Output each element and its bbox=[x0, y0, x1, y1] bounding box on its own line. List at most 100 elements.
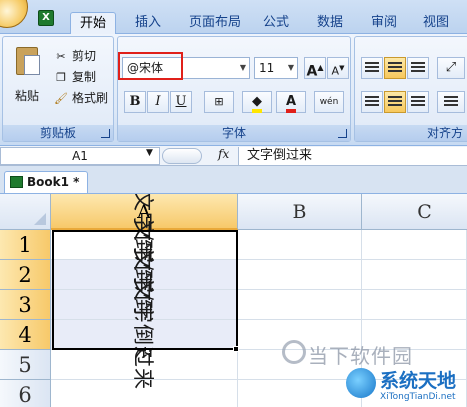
workbook-icon bbox=[10, 176, 23, 188]
align-middle-icon bbox=[388, 62, 402, 74]
cut-button[interactable]: ✂ 剪切 bbox=[53, 47, 96, 65]
font-color-icon: A bbox=[285, 95, 297, 113]
align-right-button[interactable] bbox=[407, 91, 429, 113]
tab-formulas[interactable]: 公式 bbox=[254, 12, 298, 34]
align-center-icon bbox=[388, 96, 402, 108]
workbook-tab-label: Book1 * bbox=[27, 175, 80, 189]
indent-icon bbox=[444, 96, 458, 108]
chevron-down-icon[interactable]: ▼ bbox=[288, 58, 294, 78]
fill-color-button[interactable]: ◆ bbox=[242, 91, 272, 113]
grow-font-icon: A bbox=[306, 63, 318, 80]
align-left-button[interactable] bbox=[361, 91, 383, 113]
cell-b6[interactable] bbox=[238, 380, 362, 407]
underline-button[interactable]: U bbox=[170, 91, 192, 113]
cell-c2[interactable] bbox=[362, 260, 467, 290]
row-header-5[interactable]: 5 bbox=[0, 350, 51, 380]
cell-b2[interactable] bbox=[238, 260, 362, 290]
ribbon: 粘贴 ✂ 剪切 ❐ 复制 🖌 格式刷 剪贴板 @宋体 ▼ 11 ▼ A▲ A▼ B I… bbox=[0, 34, 467, 146]
brush-icon: 🖌 bbox=[54, 91, 68, 105]
row-header-2[interactable]: 2 bbox=[0, 260, 51, 290]
align-bottom-button[interactable] bbox=[407, 57, 429, 79]
cut-label: 剪切 bbox=[72, 49, 97, 63]
column-header-b[interactable]: B bbox=[238, 194, 362, 230]
italic-button[interactable]: I bbox=[147, 91, 169, 113]
chevron-down-icon[interactable]: ▼ bbox=[146, 148, 153, 158]
copy-icon: ❐ bbox=[56, 70, 66, 84]
fx-icon[interactable]: fx bbox=[218, 147, 229, 161]
paste-icon bbox=[12, 43, 42, 77]
workbook-tab-strip: Book1 * bbox=[0, 166, 467, 194]
row-header-6[interactable]: 6 bbox=[0, 380, 51, 407]
tab-view[interactable]: 视图 bbox=[414, 12, 458, 34]
clipboard-group-label: 剪贴板 bbox=[3, 125, 113, 141]
paste-label: 粘贴 bbox=[14, 89, 39, 103]
align-top-icon bbox=[365, 62, 379, 74]
cell-b1[interactable] bbox=[238, 230, 362, 260]
align-middle-button[interactable] bbox=[384, 57, 406, 79]
chevron-down-icon[interactable]: ▼ bbox=[240, 58, 246, 78]
align-right-icon bbox=[411, 96, 425, 108]
orientation-button[interactable]: ⤢ bbox=[437, 57, 465, 79]
grow-font-button[interactable]: A▲ bbox=[304, 57, 326, 80]
cell-b3[interactable] bbox=[238, 290, 362, 320]
align-bottom-icon bbox=[411, 62, 425, 74]
shrink-font-button[interactable]: A▼ bbox=[327, 57, 349, 79]
watermark-logo-icon bbox=[282, 340, 306, 364]
cell-c1[interactable] bbox=[362, 230, 467, 260]
tab-insert[interactable]: 插入 bbox=[126, 12, 170, 34]
alignment-group-label: 对齐方 bbox=[355, 125, 467, 141]
formula-bar: A1 ▼ fx 文字倒过来 bbox=[0, 146, 467, 166]
clipboard-launcher-icon[interactable] bbox=[101, 129, 110, 138]
align-left-icon bbox=[365, 96, 379, 108]
row-header-1[interactable]: 1 bbox=[0, 230, 51, 260]
cell-c3[interactable] bbox=[362, 290, 467, 320]
excel-icon[interactable]: X bbox=[38, 10, 54, 26]
align-center-button[interactable] bbox=[384, 91, 406, 113]
select-all-button[interactable] bbox=[0, 194, 51, 230]
column-header-c[interactable]: C bbox=[362, 194, 467, 230]
paste-button[interactable]: 粘贴 bbox=[7, 43, 47, 104]
office-button-icon[interactable] bbox=[0, 0, 28, 28]
fill-handle[interactable] bbox=[233, 346, 239, 352]
fill-bucket-icon: ◆ bbox=[252, 94, 262, 113]
watermark-url: XiTongTianDi.net bbox=[380, 392, 456, 402]
font-group-label: 字体 bbox=[118, 125, 350, 141]
format-painter-button[interactable]: 🖌 格式刷 bbox=[53, 89, 108, 107]
borders-button[interactable]: ⊞ bbox=[204, 91, 234, 113]
orientation-icon: ⤢ bbox=[445, 60, 457, 75]
watermark-text: 当下软件园 bbox=[308, 344, 413, 368]
copy-label: 复制 bbox=[72, 70, 97, 84]
cell-a6[interactable] bbox=[51, 380, 238, 407]
name-box[interactable]: A1 bbox=[0, 147, 160, 165]
alignment-group: ⤢ 对齐方 bbox=[354, 36, 467, 142]
clipboard-group: 粘贴 ✂ 剪切 ❐ 复制 🖌 格式刷 剪贴板 bbox=[2, 36, 114, 142]
shrink-font-icon: A bbox=[331, 64, 340, 78]
font-launcher-icon[interactable] bbox=[338, 129, 347, 138]
copy-button[interactable]: ❐ 复制 bbox=[53, 68, 96, 86]
scissors-icon: ✂ bbox=[56, 49, 66, 63]
tab-review[interactable]: 审阅 bbox=[362, 12, 406, 34]
selection-outline bbox=[52, 230, 238, 350]
tab-home[interactable]: 开始 bbox=[70, 12, 117, 34]
row-header-3[interactable]: 3 bbox=[0, 290, 51, 320]
indent-button[interactable] bbox=[437, 91, 465, 113]
formula-input[interactable]: 文字倒过来 bbox=[238, 147, 467, 165]
workbook-tab[interactable]: Book1 * bbox=[4, 171, 89, 193]
cell-a5[interactable] bbox=[51, 350, 238, 380]
font-name-highlight-box bbox=[118, 52, 183, 80]
row-header-4[interactable]: 4 bbox=[0, 320, 51, 350]
align-top-button[interactable] bbox=[361, 57, 383, 79]
tab-data[interactable]: 数据 bbox=[308, 12, 352, 34]
font-size-value: 11 bbox=[259, 61, 275, 75]
font-color-button[interactable]: A bbox=[276, 91, 306, 113]
bold-button[interactable]: B bbox=[124, 91, 146, 113]
watermark-globe-icon bbox=[346, 368, 376, 398]
format-painter-label: 格式刷 bbox=[72, 91, 109, 105]
phonetic-icon: wén bbox=[319, 97, 339, 107]
ribbon-tab-bar: X 开始 插入 页面布局 公式 数据 审阅 视图 bbox=[0, 0, 467, 34]
phonetic-button[interactable]: wén bbox=[314, 91, 344, 113]
tab-page-layout[interactable]: 页面布局 bbox=[180, 12, 250, 34]
watermark-brand: 系统天地 bbox=[380, 370, 457, 392]
formula-bar-expand-icon[interactable] bbox=[162, 148, 202, 164]
font-size-combo[interactable]: 11 ▼ bbox=[254, 57, 298, 79]
